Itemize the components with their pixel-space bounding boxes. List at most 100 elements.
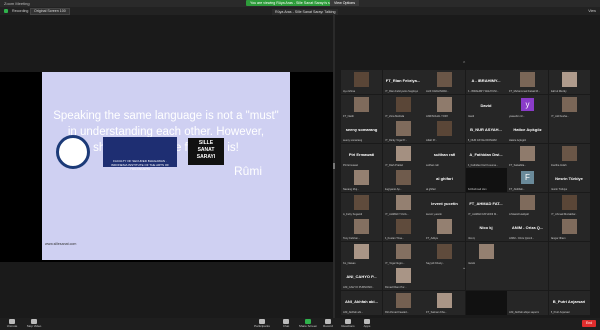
participant-tile[interactable] xyxy=(507,266,548,290)
participant-caption: FT_AHMAD FATHONI M... xyxy=(467,212,499,216)
chat-button[interactable]: Chat xyxy=(274,319,298,328)
participant-tile[interactable]: FT_Diah Pratiwi xyxy=(382,143,424,168)
participant-tile[interactable]: A Masiid Hadiyah xyxy=(507,192,548,217)
participant-tile[interactable]: ANI_Akhfah abipo saputro xyxy=(507,290,548,315)
participant-tile[interactable]: David David xyxy=(465,94,507,119)
participant-tile[interactable]: FT_Aditya xyxy=(424,217,465,241)
participant-tile[interactable]: FT_Muhammad Faisal Ri... xyxy=(507,70,548,94)
participant-tile[interactable]: Tony Febrian... xyxy=(341,217,382,241)
participant-tile[interactable] xyxy=(548,119,590,143)
participant-caption: Sayyidi Khairy... xyxy=(426,261,445,265)
participant-tile[interactable]: FT_AHMAD FAT... FT_AHMAD FATHONI M... xyxy=(465,192,507,217)
participant-tile[interactable]: ANI_CAHYO P... ANI_CAHYO PURNOMO... xyxy=(341,266,382,290)
participant-tile[interactable]: ALIF KAKHINAWI... xyxy=(424,70,465,94)
participant-tile[interactable]: y yaseebin riz... xyxy=(507,94,548,119)
view-button[interactable]: View xyxy=(588,9,596,13)
participant-tile[interactable]: ANI Ahmad Fawaid... xyxy=(382,290,424,315)
participant-tile[interactable]: Ad.Rahmad Hsn xyxy=(465,168,507,192)
gallery-next-icon[interactable]: ⌄ xyxy=(462,265,466,271)
participant-tile[interactable] xyxy=(507,241,548,266)
participant-tile[interactable]: al ghifari al ghifari xyxy=(424,168,465,192)
participant-caption: yaseebin riz... xyxy=(509,114,526,118)
participant-name: A - IBRAHIMY... xyxy=(471,78,501,83)
participant-tile[interactable]: FT_Ahmad Muzakhar... xyxy=(548,192,590,217)
participant-tile[interactable]: FT_Nardi xyxy=(341,94,382,119)
recording-indicator: Recording xyxy=(12,9,29,13)
gallery-prev-icon[interactable]: ⌃ xyxy=(462,61,466,67)
stop-video-button[interactable]: Stop Video xyxy=(22,319,46,328)
participant-tile[interactable]: B_NUR ASYAH... B_NUR ASYAH RONAIM xyxy=(465,119,507,143)
participant-caption: FT_Yoga Nugro... xyxy=(384,261,405,265)
participant-caption: FT_Dicky Yoga Pr... xyxy=(384,139,408,142)
participant-tile[interactable]: FT_Salsabila... xyxy=(507,143,548,168)
participant-tile[interactable]: Ayu Ghina xyxy=(341,70,382,94)
participant-caption: FT_Salsabila... xyxy=(509,163,527,167)
participant-caption: Lillah Pr... xyxy=(426,139,438,142)
participant-tile[interactable]: FT_Yoga Nugro... xyxy=(382,241,424,266)
participant-photo xyxy=(437,96,452,112)
participant-tile[interactable]: FT_Salman Kha... xyxy=(424,290,465,315)
participant-caption: Nanang Muj... xyxy=(343,188,360,191)
participant-caption: al ghifari xyxy=(426,188,436,191)
participant-tile[interactable]: Ravitha Indah xyxy=(548,143,590,168)
participant-tile[interactable] xyxy=(424,266,465,290)
participant-tile[interactable]: Nesrin Türkiye Nesrin Türkiye xyxy=(548,168,590,192)
participant-tile[interactable]: Ko_Nawas xyxy=(341,241,382,266)
unmute-button[interactable]: Unmute xyxy=(0,319,24,328)
view-options-button[interactable]: View Options xyxy=(330,0,360,6)
participant-caption: Nesrin Türkiye xyxy=(550,188,568,191)
participant-tile[interactable] xyxy=(548,266,590,290)
participant-caption: Sugiyanto Ap... xyxy=(384,188,402,191)
participant-photo xyxy=(561,72,577,87)
viewer-zoom-select[interactable]: Original Screen 100 xyxy=(30,8,70,15)
participant-tile[interactable]: A_Feby Sugandi xyxy=(341,192,382,217)
participant-caption: Hatice Açıkgöz xyxy=(509,139,527,142)
participant-caption: FT_Nardi xyxy=(343,114,354,118)
participant-tile[interactable]: FT_Rian Febriya... FT_Rian Febriyanto Sug… xyxy=(382,70,424,94)
participant-name: A_Fathidan Dwi... xyxy=(469,151,503,157)
participant-tile[interactable]: A - IBRAHIMY... A - IBRAHIMY WAHYUNI... xyxy=(465,70,507,94)
participant-tile[interactable]: Jangar Ilham xyxy=(548,217,590,241)
participant-tile[interactable]: seeny somarang seeny somarang xyxy=(341,119,382,143)
participant-photo xyxy=(395,243,411,259)
participant-tile[interactable]: Nico kj Nico kj xyxy=(465,217,507,241)
participant-tile[interactable]: Lillah Pr... xyxy=(424,119,465,143)
participant-tile[interactable]: Ahmad Ilham Pur... xyxy=(382,266,424,290)
participant-tile[interactable] xyxy=(548,241,590,266)
participant-tile[interactable]: Hatice Açıkgöz Hatice Açıkgöz xyxy=(507,119,548,143)
participant-tile[interactable]: ANI_Akhfah abi... ANI_Akhfah abi... xyxy=(341,290,382,315)
participant-tile[interactable]: Sugiyanto Ap... xyxy=(382,168,424,192)
participant-tile[interactable]: FT_Dicky Yoga Pr... xyxy=(382,119,424,143)
participant-tile[interactable]: F FT_Abdillah... xyxy=(507,168,548,192)
participant-photo xyxy=(354,72,369,87)
divider-grip-icon[interactable] xyxy=(333,163,335,169)
participant-tile[interactable]: Sahrul Riezky xyxy=(548,70,590,94)
participant-tile[interactable]: A_Kuslan Trisa... xyxy=(382,217,424,241)
participant-tile[interactable]: FT_Zora Melinda xyxy=(382,94,424,119)
participant-caption: ANI_CAHYO PURNOMO... xyxy=(343,286,375,289)
apps-button[interactable]: Apps xyxy=(355,319,379,328)
participant-photo xyxy=(395,292,411,308)
participant-photo xyxy=(520,194,535,210)
participant-tile[interactable]: Nando xyxy=(465,241,507,266)
participant-tile[interactable] xyxy=(465,266,507,290)
participant-tile[interactable]: Sayyidi Khairy... xyxy=(424,241,465,266)
participant-tile[interactable]: ANIFSCHAL YORY xyxy=(424,94,465,119)
participant-name: B_Putri Anjarsari xyxy=(552,298,586,304)
participant-tile[interactable]: FT_Adi Kesha... xyxy=(548,94,590,119)
participant-tile[interactable]: ANIM - Oriza Q... ANIM - Oriza Qoimil... xyxy=(507,217,548,241)
participant-tile[interactable]: FT_AHMAD YULIA... xyxy=(382,192,424,217)
shield-icon[interactable] xyxy=(4,9,8,13)
participant-tile[interactable]: Piri Ermawati Piri Ermawati xyxy=(341,143,382,168)
participant-caption: A_Feby Sugandi xyxy=(343,212,363,216)
participant-tile[interactable]: B_Putri Anjarsari B_Putri Anjarsari xyxy=(548,290,590,315)
participant-tile[interactable]: sulthan rafi sulthan rafi xyxy=(424,143,465,168)
participant-name: ANI_Akhfah abi... xyxy=(345,298,378,304)
participant-tile[interactable] xyxy=(465,290,507,315)
participant-photo xyxy=(354,194,369,210)
participant-tile[interactable]: Nanang Muj... xyxy=(341,168,382,192)
participant-tile[interactable]: levent yucetin levent yucetin xyxy=(424,192,465,217)
end-meeting-button[interactable]: End xyxy=(582,320,596,327)
participant-tile[interactable]: A_Fathidan Dwi... A_Fathidan Dwi Kusuma..… xyxy=(465,143,507,168)
participants-button[interactable]: Participants xyxy=(250,319,274,328)
